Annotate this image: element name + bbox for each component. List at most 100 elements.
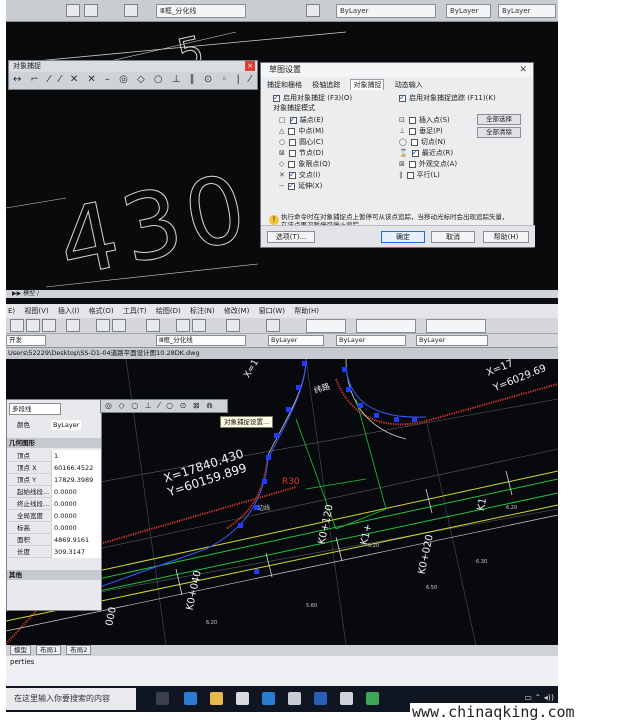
- close-icon[interactable]: ×: [245, 61, 255, 71]
- mode-insertion[interactable]: ⊡ 插入点(S): [399, 115, 450, 125]
- linetype-dropdown-lower[interactable]: ByLayer: [336, 335, 406, 346]
- table-style-dropdown[interactable]: [426, 319, 486, 333]
- mode-parallel[interactable]: ∥ 平行(L): [399, 170, 440, 180]
- options-button[interactable]: 选项(T)...: [267, 231, 315, 243]
- property-value[interactable]: 1: [51, 450, 101, 462]
- tab-snap-grid[interactable]: 捕捉和栅格: [267, 80, 302, 90]
- photos-icon[interactable]: [340, 692, 353, 705]
- mode-midpoint[interactable]: △ 中点(M): [279, 126, 324, 136]
- property-value[interactable]: 0.0000: [51, 486, 101, 498]
- color-value[interactable]: ByLayer: [51, 420, 82, 430]
- mode-tangent[interactable]: ◯ 切点(N): [399, 137, 446, 147]
- lightbulb-icon[interactable]: [124, 4, 138, 17]
- object-snap-toolbar-lower[interactable]: ◎ ◇ ○ ⊥ ⁄ ○ ⊙ ⊠ ⋒: [100, 399, 228, 413]
- open-file-icon[interactable]: [26, 319, 40, 332]
- object-snap-toolbar[interactable]: 对象捕捉 × ↔ ⌐ ⁄ ⁄ ✕ ✕ – ◎ ◇ ○ ⊥ ∥ ⊙ ◦ | ⁄ ⊠…: [8, 60, 286, 90]
- midpoint-checkbox[interactable]: [288, 127, 296, 135]
- undo-icon[interactable]: [146, 319, 160, 332]
- menu-format[interactable]: 格式(O): [89, 307, 114, 315]
- cad-app-icon[interactable]: [366, 692, 379, 705]
- menu-insert[interactable]: 插入(I): [58, 307, 80, 315]
- mode-intersection[interactable]: ✕交点(I): [279, 170, 320, 180]
- property-value[interactable]: 309.3147: [51, 546, 101, 558]
- dim-style-dropdown[interactable]: [356, 319, 416, 333]
- mode-extension[interactable]: --延伸(X): [279, 181, 322, 191]
- mail-icon[interactable]: [288, 692, 301, 705]
- word-icon[interactable]: [314, 692, 327, 705]
- menu-modify[interactable]: 修改(M): [224, 307, 250, 315]
- menu-edit[interactable]: E): [8, 307, 15, 315]
- enable-tracking-checkbox[interactable]: [399, 93, 406, 102]
- layer-dropdown-lower[interactable]: Ⅲ框_分化线: [156, 335, 246, 346]
- other-header[interactable]: 其他: [7, 570, 101, 580]
- mode-nearest[interactable]: ⌛最近点(R): [399, 148, 453, 158]
- geometry-header[interactable]: 几何图形: [7, 438, 101, 448]
- property-value[interactable]: 17829.3989: [51, 474, 101, 486]
- new-file-icon[interactable]: [10, 319, 24, 332]
- perpendicular-checkbox[interactable]: [409, 127, 417, 135]
- mode-center[interactable]: ○ 圆心(C): [279, 137, 323, 147]
- snap-tool-icons[interactable]: ↔ ⌐ ⁄ ⁄ ✕ ✕ – ◎ ◇ ○ ⊥ ∥ ⊙ ◦ | ⁄ ⊠ ⋒: [13, 74, 289, 85]
- taskbar-search-input[interactable]: 在这里输入你要搜索的内容: [6, 688, 136, 710]
- file-explorer-icon[interactable]: [210, 692, 223, 705]
- parallel-checkbox[interactable]: [406, 171, 414, 179]
- text-style-dropdown[interactable]: [306, 319, 346, 333]
- tab-layout1[interactable]: 布局1: [36, 645, 62, 655]
- property-value[interactable]: 60166.4522: [51, 462, 101, 474]
- insertion-checkbox[interactable]: [408, 116, 416, 124]
- apparent-intersection-checkbox[interactable]: [408, 160, 416, 168]
- enable-tracking-row[interactable]: 启用对象捕捉追踪 (F11)(K): [399, 93, 496, 103]
- tangent-checkbox[interactable]: [410, 138, 418, 146]
- tab-layout2[interactable]: 布局2: [66, 645, 92, 655]
- center-checkbox[interactable]: [289, 138, 297, 146]
- color-dropdown[interactable]: ByLayer: [268, 335, 324, 346]
- copy-icon[interactable]: [112, 319, 126, 332]
- property-value[interactable]: 0.0000: [51, 510, 101, 522]
- tab-polar-tracking[interactable]: 极轴追踪: [312, 80, 340, 90]
- help-button[interactable]: 帮助(H): [483, 231, 529, 243]
- menu-help[interactable]: 帮助(H): [294, 307, 319, 315]
- plot-style-dropdown[interactable]: ByLayer: [498, 4, 556, 18]
- zoom-icon[interactable]: [192, 319, 206, 332]
- object-type-dropdown[interactable]: 多段线: [9, 403, 61, 415]
- enable-snap-row[interactable]: 启用对象捕捉 (F3)(O): [273, 93, 352, 103]
- layer-prev-icon[interactable]: [306, 4, 320, 17]
- menu-dimension[interactable]: 标注(N): [190, 307, 215, 315]
- edge-browser-icon[interactable]: [184, 692, 197, 705]
- enable-snap-checkbox[interactable]: [273, 93, 280, 102]
- mode-endpoint[interactable]: □端点(E): [279, 115, 324, 125]
- cad-drawing-area[interactable]: 6.20 6.30 6.20 6.50 6.20 5.60 X=17840.430 Y…: [6, 359, 558, 645]
- clear-all-button[interactable]: 全部清除: [477, 127, 521, 138]
- dialog-close-icon[interactable]: ✕: [519, 65, 527, 75]
- system-tray[interactable]: ▭ ⌃ ◂)): [524, 693, 554, 702]
- lineweight-dropdown-lower[interactable]: ByLayer: [416, 335, 488, 346]
- menu-view[interactable]: 视图(V): [24, 307, 48, 315]
- tab-object-snap[interactable]: 对象捕捉: [350, 79, 385, 90]
- property-value[interactable]: 4869.9161: [51, 534, 101, 546]
- mode-apparent-intersection[interactable]: ⊠ 外观交点(A): [399, 159, 457, 169]
- upper-model-tab-bar[interactable]: ▶▶ 模型 /: [6, 290, 558, 298]
- menu-draw[interactable]: 绘图(D): [156, 307, 181, 315]
- store-icon[interactable]: [236, 692, 249, 705]
- task-view-icon[interactable]: [156, 692, 169, 705]
- calculator-icon[interactable]: [266, 319, 280, 332]
- settings-icon[interactable]: [262, 692, 275, 705]
- upper-drawing-area[interactable]: 430 5 对象捕捉 × ↔ ⌐ ⁄ ⁄ ✕ ✕ – ◎ ◇ ○ ⊥ ∥ ⊙ ◦…: [6, 22, 558, 298]
- workspace-dropdown[interactable]: 开发: [6, 335, 46, 346]
- layer-state-icon[interactable]: [66, 4, 80, 17]
- extension-checkbox[interactable]: [288, 181, 296, 190]
- select-all-button[interactable]: 全部选择: [477, 114, 521, 125]
- menu-window[interactable]: 窗口(W): [259, 307, 285, 315]
- linetype-dropdown[interactable]: ByLayer: [336, 4, 436, 18]
- save-icon[interactable]: [42, 319, 56, 332]
- mode-node[interactable]: ⊠ 节点(D): [279, 148, 324, 158]
- mode-perpendicular[interactable]: ⊥ 垂足(P): [399, 126, 443, 136]
- property-value[interactable]: 0.0000: [51, 498, 101, 510]
- node-checkbox[interactable]: [288, 149, 296, 157]
- layer-dropdown[interactable]: Ⅲ框_分化线: [156, 4, 246, 18]
- ok-button[interactable]: 确定: [381, 231, 425, 243]
- intersection-checkbox[interactable]: [288, 170, 296, 179]
- cancel-button[interactable]: 取消: [431, 231, 475, 243]
- menu-tools[interactable]: 工具(T): [123, 307, 147, 315]
- lineweight-dropdown[interactable]: ByLayer: [446, 4, 491, 18]
